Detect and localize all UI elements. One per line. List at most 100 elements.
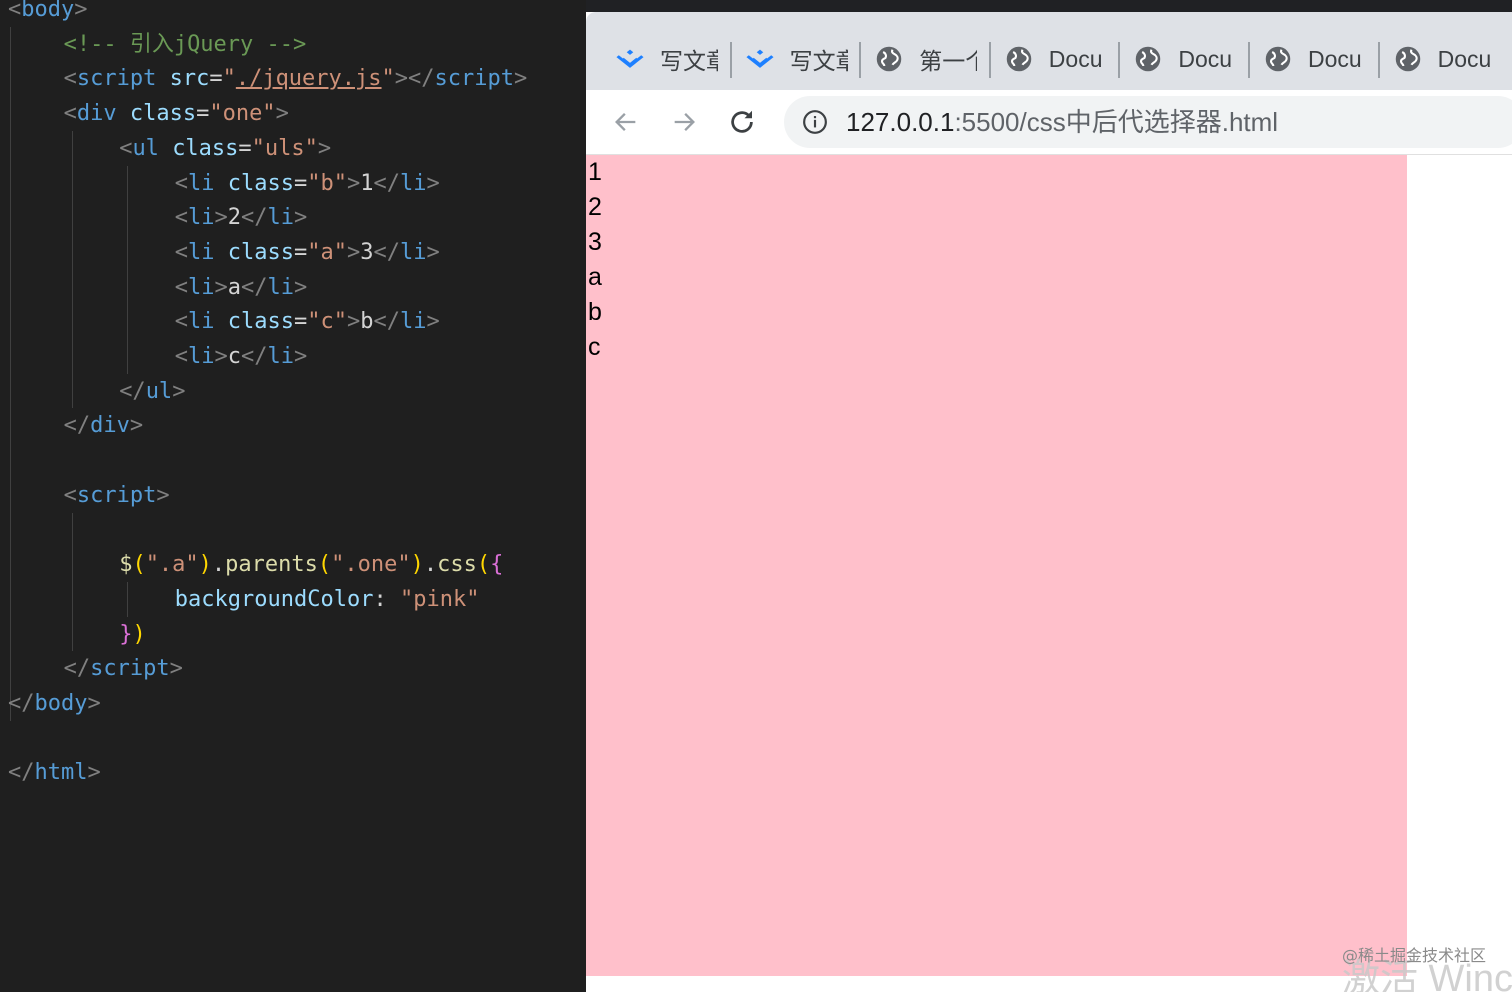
code-line[interactable]: <li class="c">b</li>	[175, 304, 440, 339]
browser-tab[interactable]: Docu	[1252, 32, 1374, 86]
address-bar[interactable]: 127.0.0.1:5500/css中后代选择器.html	[784, 96, 1512, 148]
browser-tab[interactable]: Docu	[993, 32, 1115, 86]
code-token: li	[188, 170, 215, 196]
code-token: >	[294, 274, 308, 300]
code-token: =	[238, 135, 252, 161]
code-token: (	[132, 552, 146, 578]
globe-icon	[1134, 45, 1162, 73]
browser-tab[interactable]: 写文章	[734, 32, 856, 86]
code-token: >	[347, 309, 361, 335]
code-token: </	[373, 309, 401, 335]
code-token: =	[209, 66, 223, 92]
list-item: 3	[588, 228, 602, 256]
code-token: "c"	[307, 309, 348, 335]
code-token: li	[188, 239, 215, 265]
code-token: <!-- 引入jQuery -->	[63, 31, 307, 57]
code-token: (	[476, 552, 491, 578]
tab-label: Docu	[1308, 45, 1362, 72]
code-token: =	[294, 309, 308, 335]
code-line[interactable]: <script src="./jquery.js"></script>	[64, 61, 528, 96]
tab-label: Docu	[1178, 45, 1233, 72]
indent-guide	[127, 581, 129, 617]
code-token: "	[381, 66, 395, 92]
code-token: </	[241, 344, 268, 369]
code-line[interactable]: <li>a</li>	[175, 270, 308, 305]
code-editor[interactable]: <body> <!-- 引入jQuery --> <script src="./jq…	[0, 0, 586, 992]
browser-tab[interactable]: 写文章	[604, 32, 726, 86]
code-token: 3	[360, 239, 374, 265]
code-line[interactable]: <li class="b">1</li>	[175, 166, 440, 201]
back-button[interactable]	[610, 106, 642, 138]
code-line[interactable]: <!-- 引入jQuery -->	[64, 27, 307, 62]
code-token: .	[211, 552, 226, 578]
code-line[interactable]: })	[119, 617, 146, 652]
code-token: li	[267, 205, 295, 231]
browser-tab[interactable]: Docu	[1382, 32, 1504, 86]
globe-icon	[1264, 45, 1292, 73]
code-token: class	[172, 135, 239, 161]
code-token: class	[227, 239, 295, 265]
code-token: >	[214, 205, 228, 231]
code-token: ></	[394, 66, 435, 92]
globe-icon	[1005, 45, 1033, 73]
code-token: (	[317, 552, 332, 578]
code-token: src	[169, 66, 210, 92]
info-icon[interactable]	[802, 109, 828, 135]
code-token: </	[373, 170, 401, 196]
code-token: a	[227, 274, 242, 300]
code-token: >	[317, 135, 332, 161]
code-line[interactable]: </div>	[64, 408, 144, 443]
code-token: <	[174, 170, 189, 196]
code-token: li	[267, 344, 295, 369]
code-token: >	[214, 274, 228, 300]
code-token: </	[8, 760, 35, 786]
code-token: script	[76, 66, 157, 92]
url-path: :5500/css中后代选择器.html	[954, 107, 1279, 137]
code-token: <	[63, 482, 77, 508]
code-line[interactable]: <ul class="uls">	[119, 131, 331, 166]
code-token: div	[76, 101, 117, 127]
page-viewport: 123abc 激活 Winc @稀土掘金技术社区	[586, 155, 1512, 992]
code-token: <	[174, 239, 189, 265]
code-line[interactable]: </html>	[8, 755, 101, 790]
reload-button[interactable]	[726, 106, 758, 138]
list-item: 2	[588, 193, 602, 221]
browser-tab[interactable]: 第一个	[863, 32, 985, 86]
code-line[interactable]: backgroundColor: "pink"	[175, 582, 480, 617]
code-line[interactable]: <li>2</li>	[175, 200, 308, 235]
code-token: li	[188, 309, 215, 335]
forward-button[interactable]	[668, 106, 700, 138]
code-line[interactable]: <div class="one">	[64, 96, 289, 131]
code-token: html	[34, 760, 88, 786]
code-token: ./jquery.js	[235, 66, 382, 92]
code-line[interactable]: <body>	[8, 0, 87, 27]
code-token: <	[8, 0, 22, 22]
code-line[interactable]: </ul>	[119, 374, 185, 409]
code-token: <	[63, 66, 77, 92]
code-token: :	[373, 586, 400, 612]
tab-separator	[1377, 42, 1380, 78]
code-line[interactable]: </body>	[8, 686, 101, 721]
reload-icon	[731, 110, 753, 133]
code-line[interactable]: <li>c</li>	[175, 339, 308, 374]
code-line[interactable]: </script>	[64, 651, 183, 686]
window-title-strip	[586, 0, 1512, 12]
indent-guide	[71, 512, 73, 652]
code-line[interactable]: <li class="a">3</li>	[175, 235, 440, 270]
code-token: >	[514, 66, 528, 92]
code-token: </	[373, 239, 401, 265]
code-token: "b"	[307, 170, 348, 196]
browser-toolbar: 127.0.0.1:5500/css中后代选择器.html	[586, 90, 1512, 155]
code-token: ".a"	[145, 552, 199, 578]
code-line[interactable]: $(".a").parents(".one").css({	[119, 547, 503, 582]
code-line[interactable]: <script>	[64, 478, 170, 513]
arrow-right-icon	[674, 113, 695, 131]
code-token: >	[74, 0, 88, 22]
code-token: li	[267, 274, 295, 300]
code-token: body	[21, 0, 75, 22]
code-token: =	[294, 170, 308, 196]
site-watermark: @稀土掘金技术社区	[1341, 946, 1486, 965]
browser-tab[interactable]: Docu	[1122, 32, 1244, 86]
